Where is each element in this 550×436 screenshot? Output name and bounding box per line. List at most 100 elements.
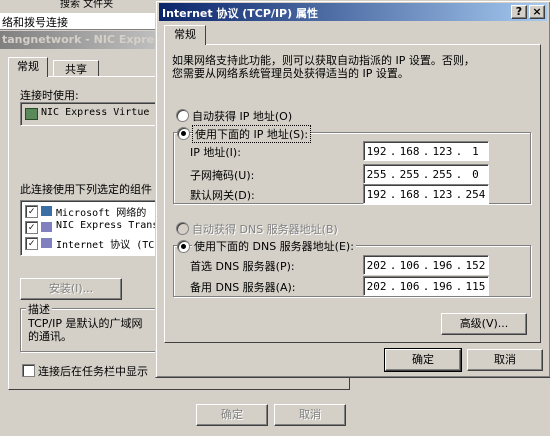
tab-general[interactable]: 常规 (164, 25, 206, 45)
description-title: 描述 (26, 301, 52, 317)
show-icon-checkbox[interactable] (22, 364, 35, 377)
gateway-label: 默认网关(D): (190, 189, 255, 202)
explorer-toolbar: 搜索 文件夹 (0, 0, 160, 12)
octet: 106 (399, 279, 420, 293)
auto-ip-label: 自动获得 IP 地址(O) (192, 110, 293, 123)
background-ok-button[interactable]: 确定 (196, 404, 268, 426)
octet: 202 (366, 258, 387, 272)
adapter-field: NIC Express Virtue (20, 102, 162, 126)
octet: 115 (465, 279, 486, 293)
install-button-label: 安装(I)... (48, 282, 94, 295)
ip-address-field[interactable]: 192. 168. 123. 1 (363, 141, 489, 161)
octet: 196 (432, 258, 453, 272)
octet: 168 (399, 187, 420, 201)
dot: . (455, 167, 463, 181)
intro-line-1: 如果网络支持此功能，则可以获取自动指派的 IP 设置。否则， (172, 54, 475, 67)
component-checkbox[interactable]: ✓ (25, 221, 38, 234)
dot: . (422, 167, 430, 181)
tcpip-dialog: Internet 协议 (TCP/IP) 属性 ? × 常规 如果网络支持此功能… (155, 0, 550, 378)
preferred-dns-label: 首选 DNS 服务器(P): (190, 260, 295, 273)
octet: 123 (432, 187, 453, 201)
menu-title: 络和拨号连接 (0, 13, 160, 30)
dot: . (389, 167, 397, 181)
tab-general-bg-label: 常规 (17, 60, 39, 73)
background-titlebar[interactable]: tangnetwork - NIC Express Virtu (0, 31, 202, 49)
dot: . (389, 187, 397, 201)
close-icon: × (532, 5, 542, 18)
octet: 1 (472, 144, 479, 158)
dot: . (422, 187, 430, 201)
dot: . (455, 258, 463, 272)
list-item[interactable]: ✓ NIC Express Trans (25, 220, 165, 235)
component-label: Internet 协议 (TC (56, 240, 155, 251)
use-ip-radio[interactable] (177, 127, 190, 140)
dot: . (389, 258, 397, 272)
intro-text: 如果网络支持此功能，则可以获取自动指派的 IP 设置。否则， 您需要从网络系统管… (172, 54, 532, 80)
dot: . (455, 144, 463, 158)
adapter-name: NIC Express Virtue (41, 107, 150, 118)
dot: . (389, 279, 397, 293)
octet: 192 (366, 187, 387, 201)
tab-general-bg[interactable]: 常规 (8, 57, 48, 77)
tab-sharing-bg-label: 共享 (65, 63, 87, 76)
dot: . (422, 144, 430, 158)
alternate-dns-label: 备用 DNS 服务器(A): (190, 281, 296, 294)
background-cancel-label: 取消 (299, 408, 321, 421)
octet: 123 (432, 144, 453, 158)
auto-dns-radio[interactable] (176, 222, 189, 235)
advanced-button[interactable]: 高级(V)... (441, 313, 527, 335)
dot: . (455, 187, 463, 201)
show-icon-label: 连接后在任务栏中显示 (38, 365, 148, 378)
components-label: 此连接使用下列选定的组件 (20, 183, 152, 196)
ok-button[interactable]: 确定 (384, 348, 462, 372)
octet: 168 (399, 144, 420, 158)
use-dns-radio[interactable] (177, 240, 190, 253)
cancel-button[interactable]: 取消 (467, 349, 543, 371)
list-item[interactable]: ✓ Internet 协议 (TC (25, 236, 165, 251)
cancel-button-label: 取消 (494, 353, 516, 366)
preferred-dns-octets: 202. 106. 196. 152 (364, 256, 488, 274)
network-card-icon (25, 108, 38, 120)
octet: 152 (465, 258, 486, 272)
connect-using-label: 连接时使用: (20, 89, 79, 102)
component-label: Microsoft 网络的 (56, 208, 147, 219)
subnet-label: 子网掩码(U): (190, 169, 255, 182)
install-button[interactable]: 安装(I)... (20, 278, 122, 300)
background-cancel-button[interactable]: 取消 (274, 404, 346, 426)
dot: . (389, 144, 397, 158)
menu-title-text: 络和拨号连接 (2, 16, 68, 29)
gateway-field[interactable]: 192. 168. 123. 254 (363, 184, 489, 204)
toolbar-text: 搜索 文件夹 (60, 0, 114, 10)
auto-ip-radio[interactable] (176, 109, 189, 122)
windows-network-icon (41, 206, 52, 216)
component-checkbox[interactable]: ✓ (25, 205, 38, 218)
component-label: NIC Express Trans (56, 220, 159, 231)
subnet-field[interactable]: 255. 255. 255. 0 (363, 164, 489, 184)
protocol-icon (41, 222, 52, 232)
components-list: ✓ Microsoft 网络的 ✓ NIC Express Trans ✓ In… (20, 200, 162, 256)
tab-general-label: 常规 (174, 28, 196, 41)
preferred-dns-field[interactable]: 202. 106. 196. 152 (363, 255, 489, 275)
list-item[interactable]: ✓ Microsoft 网络的 (25, 204, 165, 219)
protocol-icon (41, 238, 52, 248)
alternate-dns-octets: 202. 106. 196. 115 (364, 277, 488, 295)
dot: . (455, 279, 463, 293)
use-ip-label: 使用下面的 IP 地址(S): (192, 125, 312, 143)
dialog-title: Internet 协议 (TCP/IP) 属性 (162, 7, 318, 20)
octet: 202 (366, 279, 387, 293)
alternate-dns-field[interactable]: 202. 106. 196. 115 (363, 276, 489, 296)
advanced-button-label: 高级(V)... (459, 317, 509, 330)
help-button[interactable]: ? (511, 5, 527, 19)
tab-sharing-bg[interactable]: 共享 (53, 60, 99, 77)
background-ok-label: 确定 (221, 408, 243, 421)
use-dns-label: 使用下面的 DNS 服务器地址(E): (192, 238, 356, 254)
octet: 254 (465, 187, 486, 201)
octet: 196 (432, 279, 453, 293)
dialog-titlebar[interactable]: Internet 协议 (TCP/IP) 属性 ? × (159, 3, 547, 21)
close-button[interactable]: × (529, 5, 545, 19)
auto-dns-label: 自动获得 DNS 服务器地址(B) (192, 223, 338, 236)
intro-line-2: 您需要从网络系统管理员处获得适当的 IP 设置。 (172, 67, 409, 80)
octet: 255 (366, 167, 387, 181)
octet: 106 (399, 258, 420, 272)
component-checkbox[interactable]: ✓ (25, 237, 38, 250)
